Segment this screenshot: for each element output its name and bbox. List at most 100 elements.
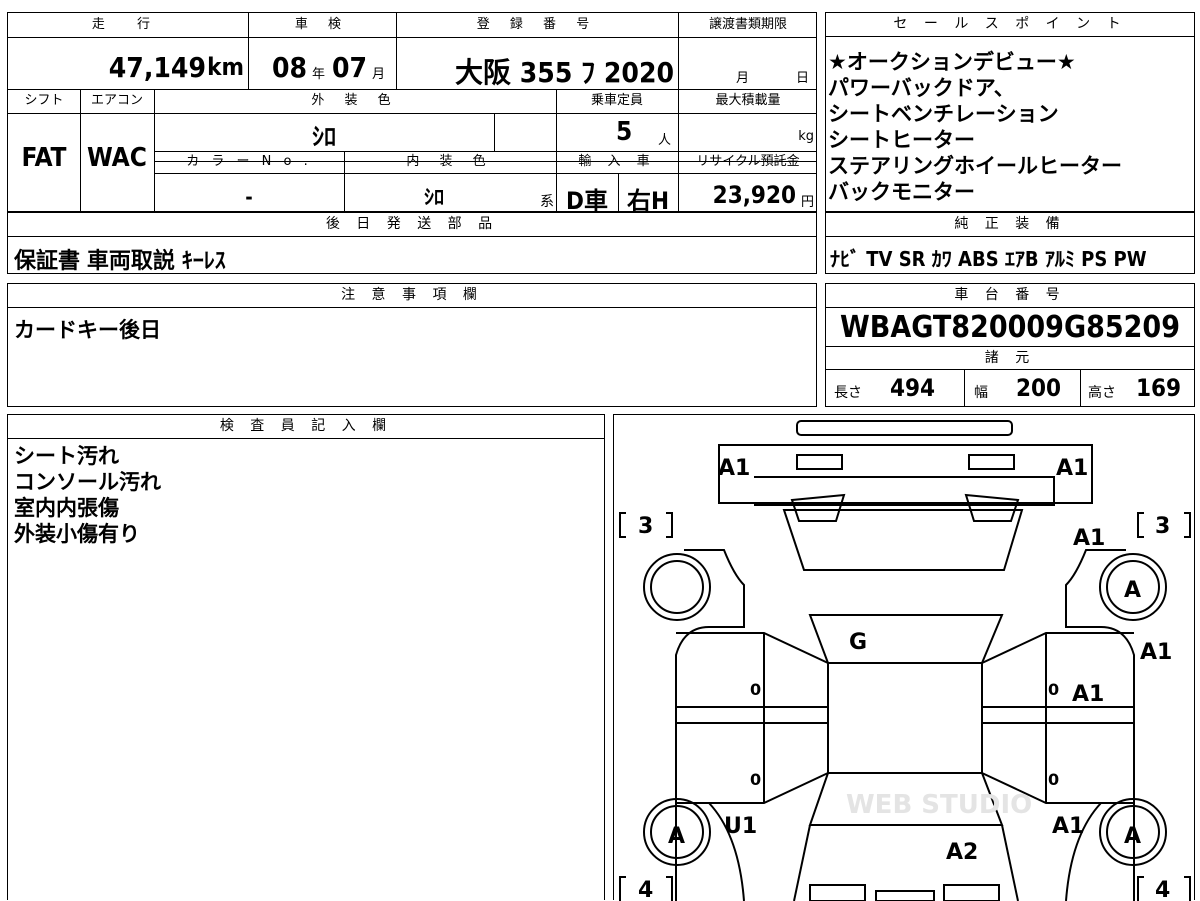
capacity-unit: 人 (658, 133, 672, 148)
registration-value: 大阪 355 ﾌ 2020 (455, 56, 674, 89)
later-shipment-box: 後 日 発 送 部 品 保証書 車両取説 ｷｰﾚｽ (7, 212, 817, 274)
width-label: 幅 (974, 385, 988, 401)
capacity-label: 乗車定員 (590, 93, 643, 108)
sales-point-line: ★オークションデビュー★ (828, 50, 1076, 74)
aircon-value: WAC (87, 143, 147, 173)
recycle-value: 23,920 (712, 181, 796, 209)
recycle-value-cell: 23,920 円 (678, 173, 818, 213)
mark-front-right: A1 (1056, 456, 1088, 481)
mark-tire-front-left: 3 (638, 514, 653, 539)
aircon-label: エアコン (90, 93, 143, 108)
recycle-label: リサイクル預託金 (696, 154, 800, 169)
mark-rear-left-panel: U1 (724, 814, 757, 839)
sales-points-list: ★オークションデビュー★ パワーバックドア、 シートベンチレーション シートヒー… (828, 49, 1122, 205)
mark-tire-front-right: 3 (1155, 514, 1170, 539)
length-value: 494 (890, 374, 936, 402)
chassis-label: 車 台 番 号 (826, 284, 1194, 308)
mark-wheel-rear-left: A (668, 824, 685, 849)
mileage-unit: km (207, 53, 244, 81)
interior-color-cell: ｼﾛ 系 (344, 173, 556, 213)
inspector-line: シート汚れ (14, 444, 119, 468)
inspector-line: 室内内張傷 (14, 496, 119, 520)
sales-point-line: パワーバックドア、 (828, 76, 1015, 100)
mark-tire-rear-left: 4 (638, 878, 653, 901)
car-diagram: A1 A1 3 3 A1 A A1 G A1 A U1 A1 A A2 4 4 … (619, 420, 1191, 901)
capacity-value-cell: 5 人 (556, 113, 678, 151)
vehicle-info-table: 走 行 車 検 登 録 番 号 譲渡書類期限 47,149 km 08 年 07… (7, 12, 818, 215)
mark-door-rear-left-zero: 0 (750, 770, 761, 789)
notes-label: 注 意 事 項 欄 (8, 284, 816, 308)
inspector-label: 検 査 員 記 入 欄 (8, 415, 604, 439)
exterior-color-value: ｼﾛ (312, 123, 336, 151)
specs-label: 諸 元 (826, 346, 1194, 370)
width-value: 200 (1016, 374, 1062, 402)
height-value: 169 (1136, 374, 1182, 402)
color-no-value: - (245, 185, 253, 209)
later-shipment-value: 保証書 車両取説 ｷｰﾚｽ (14, 249, 226, 274)
genuine-equipment-label: 純 正 装 備 (826, 213, 1194, 237)
import-value: D車 (566, 187, 608, 215)
mileage-value: 47,149 (108, 51, 206, 84)
interior-color-suffix: 系 (540, 194, 554, 210)
registration-value-cell: 大阪 355 ﾌ 2020 (396, 37, 678, 89)
registration-label: 登 録 番 号 (476, 17, 598, 32)
mark-wheel-rear-right: A (1124, 824, 1141, 849)
exterior-color-label: 外 装 色 (311, 93, 399, 108)
transfer-deadline-cell: 月 日 (678, 37, 818, 89)
steering-value: 右H (626, 187, 670, 215)
sales-point-line: バックモニター (828, 180, 975, 204)
chassis-value: WBAGT820009G85209 (840, 310, 1180, 345)
mark-door-front-right-zero: 0 (1048, 680, 1059, 699)
interior-color-value: ｼﾛ (424, 185, 444, 209)
notes-box: 注 意 事 項 欄 カードキー後日 (7, 283, 817, 407)
inspection-month: 07 (332, 51, 368, 84)
max-load-unit: kg (798, 129, 814, 144)
height-label: 高さ (1088, 385, 1116, 401)
watermark: WEB STUDIO (846, 790, 1032, 820)
mark-wheel-front-right: A (1124, 578, 1141, 603)
capacity-value: 5 (616, 117, 633, 147)
inspection-label: 車 検 (294, 17, 350, 32)
transfer-deadline-label: 譲渡書類期限 (708, 17, 787, 32)
mark-windshield: G (849, 630, 867, 655)
mileage-label: 走 行 (91, 17, 165, 32)
inspection-value-cell: 08 年 07 月 (248, 37, 396, 89)
mark-fender-front-right: A1 (1073, 526, 1105, 551)
interior-color-label: 内 装 色 (406, 154, 494, 169)
mileage-value-cell: 47,149 km (8, 37, 248, 89)
transfer-day-unit: 日 (796, 71, 810, 86)
mark-rear-right-panel: A1 (1052, 814, 1084, 839)
inspection-month-unit: 月 (372, 67, 386, 82)
mark-door-front-right-outer: A1 (1140, 640, 1172, 665)
sales-point-line: ステアリングホイールヒーター (828, 154, 1122, 178)
later-shipment-label: 後 日 発 送 部 品 (8, 213, 816, 237)
import-label: 輸 入 車 (578, 154, 656, 169)
inspector-line: 外装小傷有り (14, 522, 140, 546)
damage-diagram-box: A1 A1 3 3 A1 A A1 G A1 A U1 A1 A A2 4 4 … (613, 414, 1195, 901)
mark-tire-rear-right: 4 (1155, 878, 1170, 901)
mark-door-front-right-inner: A1 (1072, 682, 1104, 707)
max-load-cell: kg (678, 113, 818, 151)
sales-points-box: セ ー ル ス ポ イ ン ト ★オークションデビュー★ パワーバックドア、 シ… (825, 12, 1195, 212)
shift-label: シフト (24, 93, 64, 108)
mark-door-rear-right-zero: 0 (1048, 770, 1059, 789)
inspection-year: 08 (272, 51, 308, 84)
transfer-month-unit: 月 (736, 71, 750, 86)
mark-door-front-left-zero: 0 (750, 680, 761, 699)
mark-rear-center: A2 (946, 840, 978, 865)
inspection-year-unit: 年 (312, 67, 326, 82)
shift-value: FAT (21, 143, 67, 173)
length-label: 長さ (834, 385, 862, 401)
inspector-box: 検 査 員 記 入 欄 シート汚れ コンソール汚れ 室内内張傷 外装小傷有り (7, 414, 605, 900)
sales-point-line: シートヒーター (828, 128, 975, 152)
chassis-box: 車 台 番 号 WBAGT820009G85209 諸 元 長さ 494 幅 2… (825, 283, 1195, 407)
inspector-list: シート汚れ コンソール汚れ 室内内張傷 外装小傷有り (14, 443, 161, 547)
mark-front-left: A1 (718, 456, 750, 481)
sales-point-line: シートベンチレーション (828, 102, 1059, 126)
notes-value: カードキー後日 (14, 318, 161, 342)
inspector-line: コンソール汚れ (14, 470, 161, 494)
sales-points-label: セ ー ル ス ポ イ ン ト (826, 13, 1194, 37)
genuine-equipment-value: ﾅﾋﾞ TV SR ｶﾜ ABS ｴｱB ｱﾙﾐ PS PW (830, 247, 1147, 271)
recycle-unit: 円 (800, 195, 814, 210)
genuine-equipment-box: 純 正 装 備 ﾅﾋﾞ TV SR ｶﾜ ABS ｴｱB ｱﾙﾐ PS PW (825, 212, 1195, 274)
